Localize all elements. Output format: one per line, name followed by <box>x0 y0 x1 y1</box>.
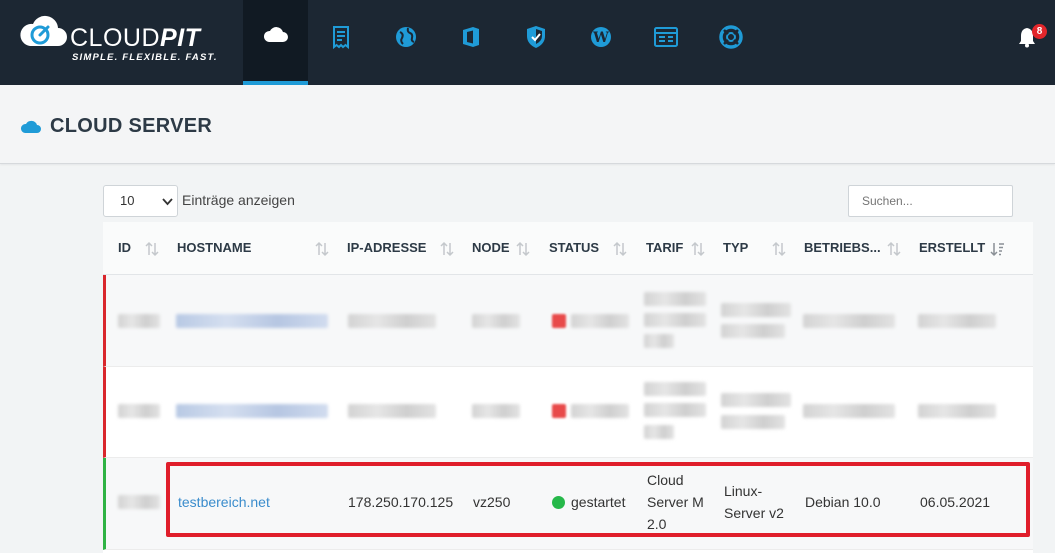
column-header-status[interactable]: STATUS <box>549 240 599 255</box>
table-row[interactable]: testbereich.net 178.250.170.125 vz250 ge… <box>103 458 1033 550</box>
nav-webspace[interactable] <box>633 0 698 85</box>
redacted-node <box>472 404 520 418</box>
page-length-select[interactable]: 10 <box>103 185 178 217</box>
column-header-created[interactable]: ERSTELLT <box>919 240 985 255</box>
main-nav: W <box>243 0 763 85</box>
cloud-icon <box>20 120 41 133</box>
sort-desc-icon[interactable] <box>990 241 1004 257</box>
sort-icon[interactable] <box>691 241 705 257</box>
sort-icon[interactable] <box>145 241 159 257</box>
table-row[interactable] <box>103 367 1033 458</box>
redacted-typ <box>721 303 791 317</box>
redacted-created <box>918 314 996 328</box>
redacted-id <box>118 314 160 328</box>
redacted-tarif <box>644 403 706 417</box>
redacted-ip <box>348 404 436 418</box>
redacted-os <box>803 314 895 328</box>
lifebuoy-icon <box>718 24 743 49</box>
ip-address: 178.250.170.125 <box>348 494 454 510</box>
search-input[interactable] <box>848 185 1013 217</box>
redacted-status <box>571 404 629 418</box>
status-started-indicator <box>552 496 565 509</box>
column-header-tarif[interactable]: TARIF <box>646 240 683 255</box>
typ: Linux-Server v2 <box>724 483 784 521</box>
redacted-tarif <box>644 425 674 439</box>
chevron-down-icon <box>162 198 173 206</box>
node: vz250 <box>473 494 511 510</box>
redacted-tarif <box>644 382 706 396</box>
nav-security[interactable] <box>503 0 568 85</box>
table-header: ID HOSTNAME IP-ADRESSE NODE STATUS TARIF… <box>103 222 1033 275</box>
table-row[interactable] <box>103 275 1033 367</box>
svg-text:W: W <box>592 30 609 46</box>
shield-icon <box>526 25 545 48</box>
hostname-link[interactable]: testbereich.net <box>178 494 270 510</box>
status-stopped-indicator <box>552 314 566 328</box>
nav-wordpress[interactable]: W <box>568 0 633 85</box>
cloud-server-table: ID HOSTNAME IP-ADRESSE NODE STATUS TARIF… <box>103 222 1033 553</box>
column-header-ip[interactable]: IP-ADRESSE <box>347 240 426 255</box>
sort-icon[interactable] <box>613 241 627 257</box>
cloud-icon <box>263 26 288 42</box>
operating-system: Debian 10.0 <box>805 494 881 510</box>
status-text: gestartet <box>571 494 626 510</box>
nav-domains[interactable] <box>373 0 438 85</box>
column-header-typ[interactable]: TYP <box>723 240 748 255</box>
redacted-node <box>472 314 520 328</box>
sort-icon[interactable] <box>315 241 329 257</box>
notification-count-badge: 8 <box>1032 24 1047 39</box>
redacted-hostname[interactable] <box>176 404 328 418</box>
redacted-created <box>918 404 996 418</box>
redacted-tarif <box>644 292 706 306</box>
notifications-button[interactable]: 8 <box>1014 24 1048 54</box>
redacted-hostname[interactable] <box>176 314 328 328</box>
receipt-icon <box>332 25 349 49</box>
office-icon <box>462 26 479 47</box>
nav-cloud-server[interactable] <box>243 0 308 85</box>
browser-window-icon <box>653 26 678 47</box>
redacted-typ <box>721 324 785 338</box>
sort-icon[interactable] <box>887 241 901 257</box>
redacted-typ <box>721 415 785 429</box>
sort-icon[interactable] <box>516 241 530 257</box>
nav-office[interactable] <box>438 0 503 85</box>
column-header-hostname[interactable]: HOSTNAME <box>177 240 251 255</box>
cloudpit-logo[interactable]: CLOUDPIT SIMPLE. FLEXIBLE. FAST. <box>18 14 218 64</box>
page-length-label: Einträge anzeigen <box>182 192 295 208</box>
globe-icon <box>395 26 416 47</box>
column-header-os[interactable]: BETRIEBS... <box>804 240 881 255</box>
brand-tagline: SIMPLE. FLEXIBLE. FAST. <box>72 52 218 63</box>
page-header: CLOUD SERVER <box>0 85 1055 164</box>
wordpress-icon: W <box>590 26 611 47</box>
redacted-tarif <box>644 334 674 348</box>
redacted-typ <box>721 393 791 407</box>
redacted-ip <box>348 314 436 328</box>
sort-icon[interactable] <box>440 241 454 257</box>
redacted-id <box>118 495 160 509</box>
page-title: CLOUD SERVER <box>50 115 213 137</box>
redacted-status <box>571 314 629 328</box>
nav-support[interactable] <box>698 0 763 85</box>
created-date: 06.05.2021 <box>920 494 991 510</box>
brand-name: CLOUDPIT <box>70 24 201 52</box>
column-header-id[interactable]: ID <box>118 240 131 255</box>
cloud-gauge-logo-icon <box>20 15 67 47</box>
page-length-value: 10 <box>120 193 135 208</box>
redacted-os <box>803 404 895 418</box>
column-header-node[interactable]: NODE <box>472 240 510 255</box>
tarif: Cloud Server M 2.0 <box>647 472 704 532</box>
sort-icon[interactable] <box>772 241 786 257</box>
redacted-tarif <box>644 313 706 327</box>
nav-invoices[interactable] <box>308 0 373 85</box>
status-stopped-indicator <box>552 404 566 418</box>
top-navbar: CLOUDPIT SIMPLE. FLEXIBLE. FAST. W 8 <box>0 0 1055 85</box>
redacted-id <box>118 404 160 418</box>
